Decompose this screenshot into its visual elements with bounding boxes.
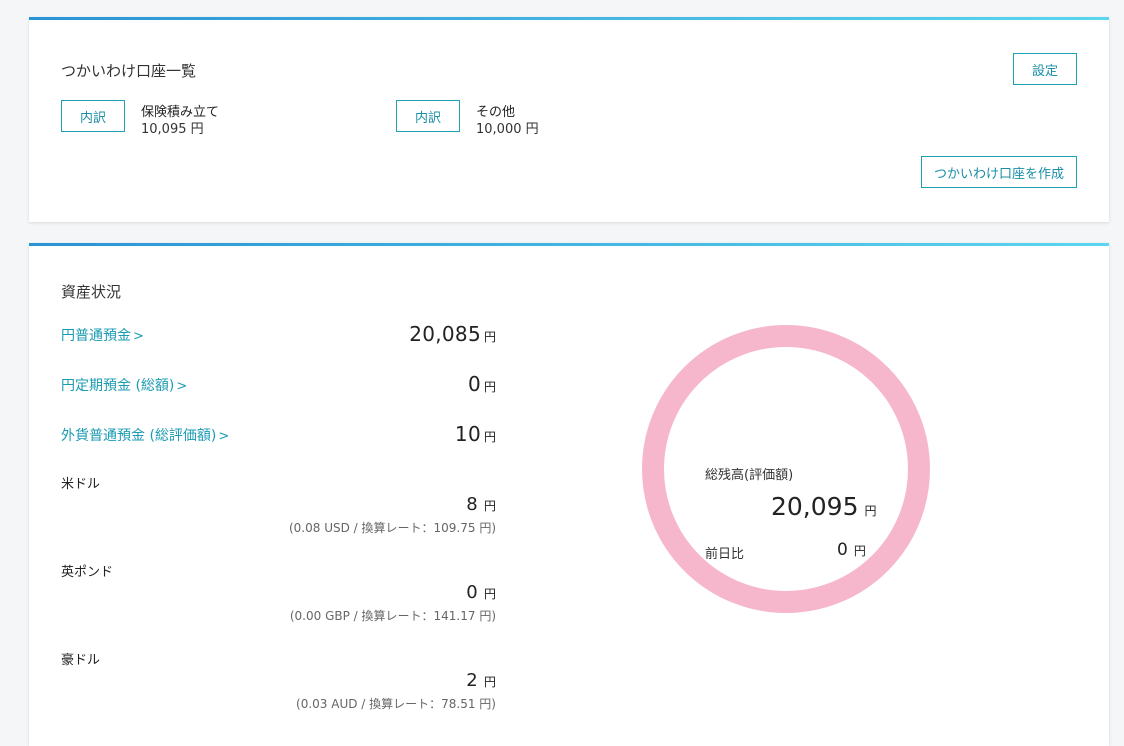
yen-unit: 円 (483, 675, 496, 689)
day-over-day-value: 0 (837, 540, 848, 560)
chevron-right-icon: > (218, 429, 230, 444)
currency-amount-gbp: 0円 (466, 582, 496, 603)
foreign-currency-deposit-value: 10 (454, 422, 481, 446)
yen-unit: 円 (483, 499, 496, 513)
subaccount-card: つかいわけ口座一覧 設定 内訳 保険積み立て 10,095 円 内訳 その他 1… (29, 17, 1109, 222)
yen-time-deposit-value: 0 (467, 372, 481, 396)
yen-unit: 円 (483, 380, 496, 394)
yen-time-deposit-amount: 0円 (468, 372, 496, 396)
asset-status-card: 資産状況 円普通預金 > 20,085 円 円定期預金 (総額) > 0円 外貨普通預… (29, 243, 1109, 746)
settings-button[interactable]: 設定 (1013, 53, 1077, 85)
currency-rate-aud: (0.03 AUD / 換算レート：78.51 円) (296, 697, 496, 711)
yen-ordinary-deposit-amount: 20,085 円 (409, 322, 496, 346)
yen-time-deposit-link[interactable]: 円定期預金 (総額) > (61, 375, 187, 395)
yen-unit: 円 (483, 587, 496, 601)
currency-value-gbp: 0 (466, 582, 478, 603)
yen-unit: 円 (483, 430, 496, 444)
currency-label-usd: 米ドル (61, 477, 101, 492)
subaccount-amount-insurance: 10,095 円 (141, 122, 204, 137)
total-balance-label: 総残高(評価額) (705, 468, 794, 483)
total-balance-amount: 20,095 円 (771, 492, 877, 521)
yen-unit: 円 (864, 504, 877, 518)
yen-ordinary-deposit-link[interactable]: 円普通預金 > (61, 325, 144, 345)
foreign-currency-deposit-link[interactable]: 外貨普通預金 (総評価額) > (61, 425, 229, 445)
day-over-day-amount: 0円 (837, 540, 866, 560)
currency-value-aud: 2 (466, 670, 478, 691)
yen-unit: 円 (483, 330, 496, 344)
currency-amount-aud: 2円 (466, 670, 496, 691)
asset-status-title: 資産状況 (61, 283, 122, 301)
subaccount-title: つかいわけ口座一覧 (61, 62, 197, 80)
yen-time-deposit-label: 円定期預金 (総額) (61, 378, 175, 394)
subaccount-amount-other: 10,000 円 (476, 122, 539, 137)
currency-amount-usd: 8円 (466, 494, 496, 515)
currency-label-aud: 豪ドル (61, 653, 101, 668)
day-over-day-label: 前日比 (705, 547, 745, 562)
chevron-right-icon: > (133, 329, 144, 344)
create-subaccount-button[interactable]: つかいわけ口座を作成 (921, 156, 1077, 188)
currency-rate-gbp: (0.00 GBP / 換算レート：141.17 円) (289, 609, 496, 623)
yen-ordinary-deposit-value: 20,085 (409, 322, 481, 346)
foreign-currency-deposit-amount: 10 円 (455, 422, 496, 446)
chevron-right-icon: > (176, 379, 188, 394)
currency-value-usd: 8 (466, 494, 478, 515)
foreign-currency-deposit-label: 外貨普通預金 (総評価額) (61, 428, 217, 444)
yen-unit: 円 (853, 544, 866, 558)
total-balance-value: 20,095 (771, 492, 859, 521)
currency-rate-usd: (0.08 USD / 換算レート：109.75 円) (288, 521, 496, 535)
yen-ordinary-deposit-label: 円普通預金 (61, 328, 131, 344)
breakdown-button-other[interactable]: 内訳 (396, 100, 460, 132)
currency-label-gbp: 英ポンド (61, 565, 114, 580)
breakdown-button-insurance[interactable]: 内訳 (61, 100, 125, 132)
